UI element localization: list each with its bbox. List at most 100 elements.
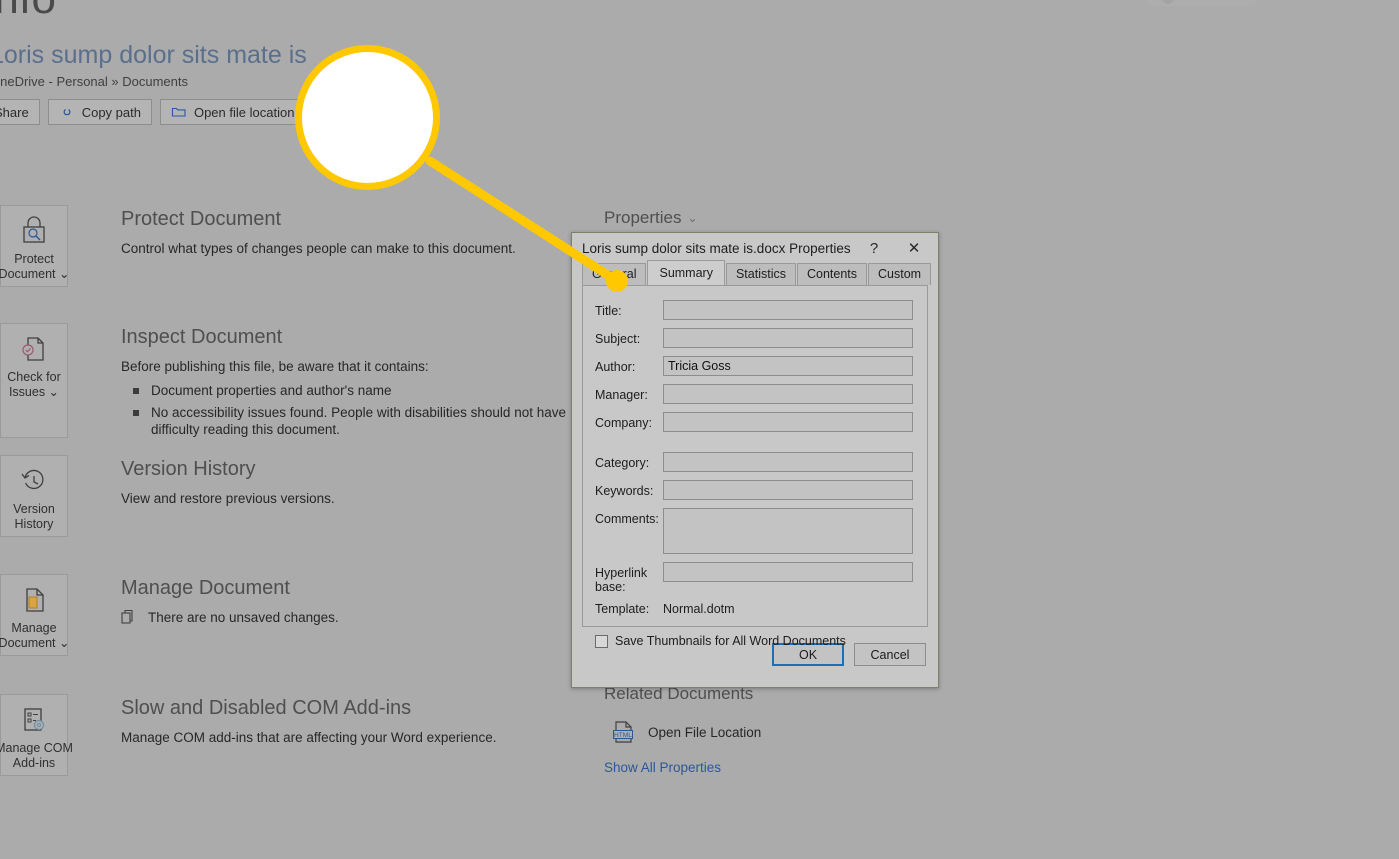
section-manage-document: Manage Document ⌄ Manage Document There a… <box>0 574 339 656</box>
tab-contents[interactable]: Contents <box>796 263 868 285</box>
document-title: Loris sump dolor sits mate is <box>0 41 307 69</box>
manage-document-note: There are no unsaved changes. <box>121 609 339 625</box>
open-file-location-button[interactable]: Open file location <box>159 99 306 125</box>
author-input[interactable] <box>663 356 913 376</box>
info-toolbar: Share Copy path Open file location <box>0 99 306 125</box>
folder-icon <box>171 105 187 119</box>
field-template: Template: Normal.dotm <box>595 602 913 616</box>
unsaved-changes-icon <box>121 609 133 624</box>
manager-input[interactable] <box>663 384 913 404</box>
top-right-ghost-widget <box>1147 0 1257 6</box>
field-comments: Comments: <box>595 508 913 554</box>
com-addins-title: Slow and Disabled COM Add-ins <box>121 697 412 719</box>
dialog-window-buttons: ? ✕ <box>854 233 934 263</box>
com-addins-icon <box>24 708 45 731</box>
link-icon <box>59 105 75 119</box>
section-version-history: Version History Version History View and … <box>0 455 335 537</box>
chevron-down-icon: ⌄ <box>687 211 698 225</box>
field-subject: Subject: <box>595 328 913 348</box>
title-input[interactable] <box>663 300 913 320</box>
field-group-divider <box>595 440 913 452</box>
field-keywords: Keywords: <box>595 480 913 500</box>
tab-general[interactable]: General <box>582 263 647 285</box>
help-button[interactable]: ? <box>854 233 894 263</box>
manage-com-addins-tile-label: Manage COM Add-ins <box>0 741 73 770</box>
breadcrumb: OneDrive - Personal » Documents <box>0 74 188 89</box>
list-item: Document properties and author's name <box>121 382 581 399</box>
manage-document-note-label: There are no unsaved changes. <box>148 609 339 625</box>
copy-path-label: Copy path <box>81 104 141 120</box>
field-comments-label: Comments: <box>595 512 659 526</box>
field-hyperlink-base: Hyperlink base: <box>595 562 913 594</box>
check-for-issues-tile-label: Check for Issues ⌄ <box>7 370 61 399</box>
properties-header-label: Properties <box>604 208 682 227</box>
field-author: Author: <box>595 356 913 376</box>
manage-document-title: Manage Document <box>121 577 290 599</box>
open-file-location-label: Open file location <box>193 104 295 120</box>
field-category: Category: <box>595 452 913 472</box>
version-history-title: Version History <box>121 458 256 480</box>
related-document-label: Open File Location <box>648 724 762 740</box>
list-item: No accessibility issues found. People wi… <box>121 404 581 438</box>
manage-document-tile-label: Manage Document ⌄ <box>0 621 70 650</box>
field-keywords-label: Keywords: <box>595 484 654 498</box>
manage-document-tile[interactable]: Manage Document ⌄ <box>0 574 70 656</box>
field-title-label: Title: <box>595 304 622 318</box>
comments-input[interactable] <box>663 508 913 554</box>
dialog-titlebar: Loris sump dolor sits mate is.docx Prope… <box>572 233 938 263</box>
inspect-document-bullets: Document properties and author's name No… <box>121 382 581 438</box>
section-com-addins: Manage COM Add-ins Slow and Disabled COM … <box>0 694 497 776</box>
copy-path-button[interactable]: Copy path <box>47 99 152 125</box>
dialog-title: Loris sump dolor sits mate is.docx Prope… <box>582 240 851 256</box>
protect-document-desc: Control what types of changes people can… <box>121 241 516 256</box>
summary-tab-panel: Title: Subject: Author: Manager: Company… <box>582 285 928 648</box>
version-history-tile-label: Version History <box>13 502 55 531</box>
subject-input[interactable] <box>663 328 913 348</box>
field-manager: Manager: <box>595 384 913 404</box>
share-button[interactable]: Share <box>0 99 40 125</box>
protect-document-tile-label: Protect Document ⌄ <box>0 252 70 281</box>
version-history-desc: View and restore previous versions. <box>121 491 335 506</box>
field-title: Title: <box>595 300 913 320</box>
show-all-properties-link[interactable]: Show All Properties <box>604 760 721 775</box>
close-icon[interactable]: ✕ <box>894 233 934 263</box>
manage-document-icon <box>26 588 44 612</box>
section-inspect-document: Check for Issues ⌄ Inspect Document Befor… <box>0 323 581 438</box>
tab-summary[interactable]: Summary <box>647 260 725 285</box>
info-pane-heading: Info <box>0 0 56 24</box>
manage-com-addins-tile[interactable]: Manage COM Add-ins <box>0 694 73 776</box>
category-input[interactable] <box>663 452 913 472</box>
field-hyperlink-base-label: Hyperlink base: <box>595 566 648 594</box>
magnifier-callout: mp dolor sits ral Summary Sta <box>295 45 440 190</box>
html-file-icon: HTML <box>613 721 633 743</box>
share-button-label: Share <box>0 104 29 120</box>
protect-document-tile[interactable]: Protect Document ⌄ <box>0 205 70 287</box>
check-for-issues-tile[interactable]: Check for Issues ⌄ <box>0 323 68 438</box>
keywords-input[interactable] <box>663 480 913 500</box>
tab-custom[interactable]: Custom <box>868 263 932 285</box>
save-thumbnails-label: Save Thumbnails for All Word Documents <box>615 634 846 648</box>
tab-statistics[interactable]: Statistics <box>725 263 796 285</box>
version-history-tile[interactable]: Version History <box>0 455 68 537</box>
clock-history-icon <box>21 469 44 490</box>
save-thumbnails-checkbox[interactable] <box>595 634 608 648</box>
field-manager-label: Manager: <box>595 388 648 402</box>
field-template-label: Template: <box>595 602 650 616</box>
related-document-item[interactable]: HTML Open File Location <box>610 718 761 746</box>
field-category-label: Category: <box>595 456 650 470</box>
field-author-label: Author: <box>595 360 636 374</box>
inspect-document-title: Inspect Document <box>121 326 283 348</box>
company-input[interactable] <box>663 412 913 432</box>
save-thumbnails-checkbox-row[interactable]: Save Thumbnails for All Word Documents <box>595 634 913 648</box>
protect-document-title: Protect Document <box>121 208 282 230</box>
template-value: Normal.dotm <box>663 602 735 616</box>
field-company-label: Company: <box>595 416 652 430</box>
field-company: Company: <box>595 412 913 432</box>
dialog-tabs: General Summary Statistics Contents Cust… <box>572 260 938 285</box>
properties-dialog: Loris sump dolor sits mate is.docx Prope… <box>571 232 939 688</box>
com-addins-desc: Manage COM add-ins that are affecting yo… <box>121 730 497 745</box>
lock-inspect-icon <box>23 216 45 243</box>
inspect-document-desc: Before publishing this file, be aware th… <box>121 359 429 374</box>
properties-header[interactable]: Properties ⌄ <box>604 208 698 228</box>
hyperlink-base-input[interactable] <box>663 562 913 582</box>
